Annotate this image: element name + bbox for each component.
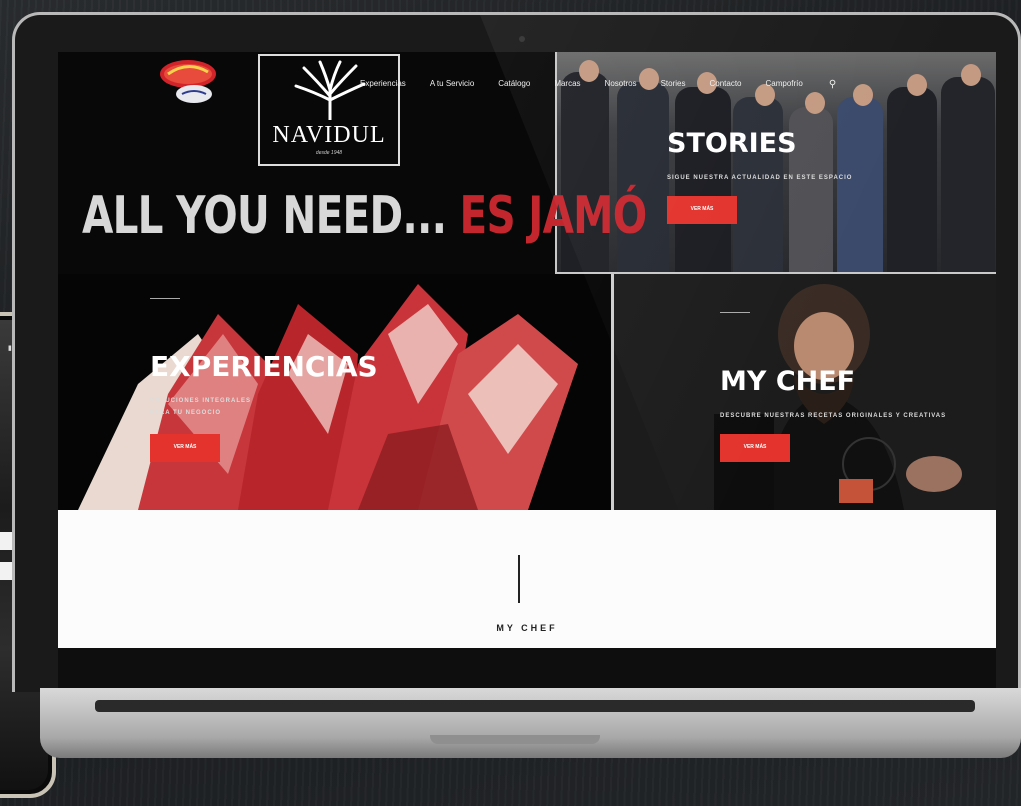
- experiencias-card[interactable]: EXPERIENCIAS SOLUCIONES INTEGRALES PARA …: [58, 274, 611, 510]
- content-section: MY CHEF: [58, 510, 996, 648]
- nav-item-a-tu-servicio[interactable]: A tu Servicio: [418, 79, 486, 90]
- laptop-bezel-bottom: [58, 648, 996, 688]
- experiencias-subtitle-line2: PARA TU NEGOCIO: [150, 410, 222, 416]
- hero-headline: ALL YOU NEED... ES JAMÓ: [82, 186, 648, 246]
- ham-slices-image: [78, 284, 578, 510]
- search-icon[interactable]: ⚲: [817, 79, 848, 90]
- photo-head: [853, 84, 873, 106]
- mychef-subtitle: DESCUBRE NUESTRAS RECETAS ORIGINALES Y C…: [720, 413, 947, 419]
- stories-subtitle: SIGUE NUESTRA ACTUALIDAD EN ESTE ESPACIO: [667, 175, 853, 181]
- laptop-keyboard: [95, 700, 975, 712]
- section-label: MY CHEF: [496, 623, 558, 633]
- nav-item-stories[interactable]: Stories: [649, 79, 698, 90]
- laptop-camera: [519, 36, 525, 42]
- nav-item-catalogo[interactable]: Catálogo: [486, 79, 542, 90]
- photo-person: [733, 97, 783, 272]
- headline-white: ALL YOU NEED...: [82, 186, 460, 246]
- nav-item-experiencias[interactable]: Experiencias: [348, 79, 418, 90]
- nav-item-nosotros[interactable]: Nosotros: [593, 79, 649, 90]
- campofrio-logo[interactable]: [158, 56, 218, 106]
- main-nav: Experiencias A tu Servicio Catálogo Marc…: [348, 79, 848, 90]
- photo-person: [837, 97, 883, 272]
- navidul-logo[interactable]: NAVIDUL desde 1948: [258, 54, 400, 166]
- photo-head: [805, 92, 825, 114]
- mychef-title: MY CHEF: [720, 366, 856, 397]
- photo-head: [961, 64, 981, 86]
- photo-person: [941, 77, 995, 272]
- photo-person: [887, 87, 937, 272]
- mychef-card[interactable]: MY CHEF DESCUBRE NUESTRAS RECETAS ORIGIN…: [611, 274, 996, 510]
- experiencias-title: EXPERIENCIAS: [150, 350, 378, 383]
- experiencias-subtitle-line1: SOLUCIONES INTEGRALES: [150, 398, 252, 404]
- oak-tree-icon: [294, 60, 366, 120]
- photo-head: [907, 74, 927, 96]
- experiencias-button[interactable]: VER MÁS: [150, 434, 220, 462]
- hero-section: NAVIDUL desde 1948 STORIES SIGUE NUESTRA…: [58, 52, 996, 510]
- nav-item-contacto[interactable]: Contacto: [697, 79, 753, 90]
- nav-item-campofrio[interactable]: Campofrío: [754, 79, 815, 90]
- stories-title: STORIES: [667, 128, 797, 159]
- stories-button[interactable]: VER MÁS: [667, 196, 737, 224]
- headline-red: ES JAMÓ: [459, 186, 648, 246]
- section-divider: [518, 555, 520, 603]
- title-rule: [720, 312, 750, 313]
- brand-since: desde 1948: [315, 150, 343, 156]
- mychef-button[interactable]: VER MÁS: [720, 434, 790, 462]
- title-rule: [150, 298, 180, 299]
- laptop-screen: NAVIDUL desde 1948 STORIES SIGUE NUESTRA…: [58, 52, 996, 648]
- laptop-notch: [430, 735, 600, 744]
- brand-name: NAVIDUL: [272, 122, 386, 148]
- laptop-base: [40, 688, 1021, 758]
- nav-item-marcas[interactable]: Marcas: [542, 79, 592, 90]
